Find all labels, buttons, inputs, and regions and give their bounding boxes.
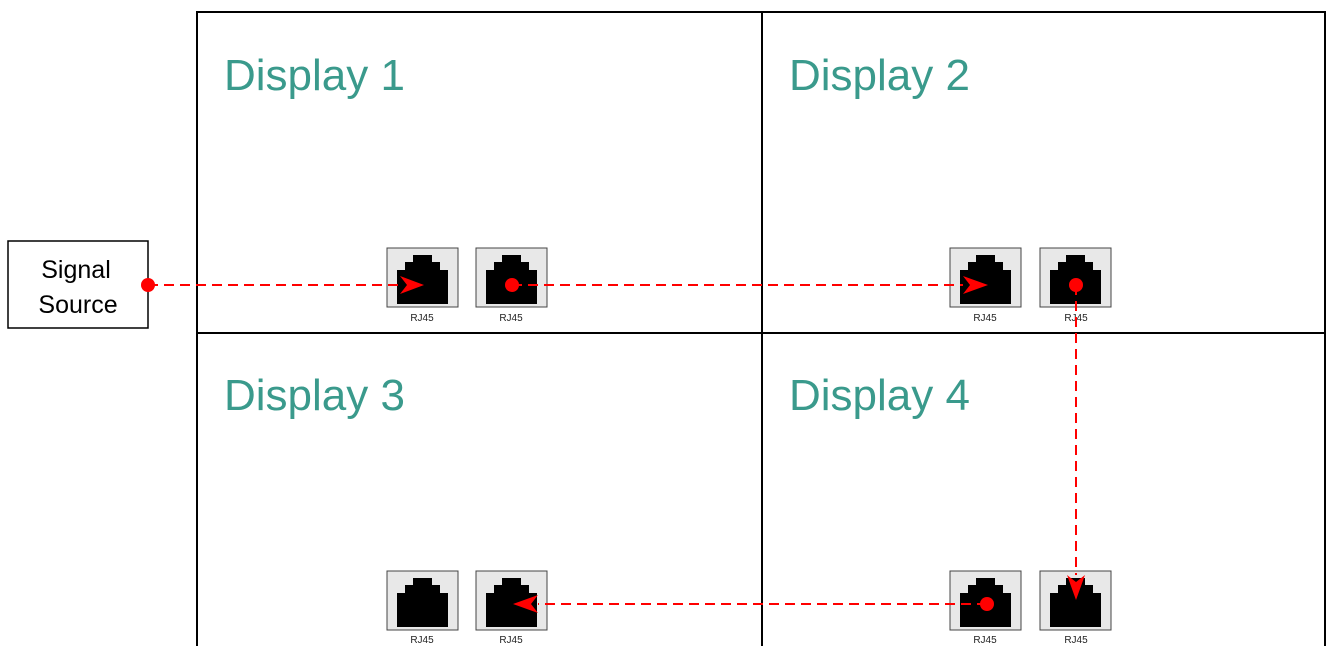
port-label: RJ45 [973, 313, 997, 324]
rj45-port-icon [1039, 570, 1112, 631]
display-title-1: Display 1 [224, 51, 405, 100]
rj45-port-icon [475, 570, 548, 631]
port-label: RJ45 [410, 313, 434, 324]
rj45-port-icon [475, 247, 548, 308]
cable-start-dot [980, 597, 994, 611]
cable-start-dot [505, 278, 519, 292]
signal-source-box: Signal Source [7, 240, 149, 329]
display-title-4: Display 4 [789, 371, 970, 420]
display-title-2: Display 2 [789, 51, 970, 100]
port-label: RJ45 [410, 635, 434, 646]
rj45-port-icon [949, 247, 1022, 308]
port-label: RJ45 [499, 313, 523, 324]
rj45-port-icon [386, 570, 459, 631]
signal-source-line1: Signal [41, 256, 111, 284]
rj45-port-icon [386, 247, 459, 308]
port-label: RJ45 [499, 635, 523, 646]
rj45-port-icon [1039, 247, 1112, 308]
display-title-3: Display 3 [224, 371, 405, 420]
video-wall-diagram: Display 1 Display 2 Display 3 Display 4 … [7, 11, 1326, 646]
port-label: RJ45 [973, 635, 997, 646]
signal-source-line2: Source [38, 291, 117, 319]
cable-start-dot [1069, 278, 1083, 292]
port-label: RJ45 [1064, 635, 1088, 646]
cable-start-dot [141, 278, 155, 292]
